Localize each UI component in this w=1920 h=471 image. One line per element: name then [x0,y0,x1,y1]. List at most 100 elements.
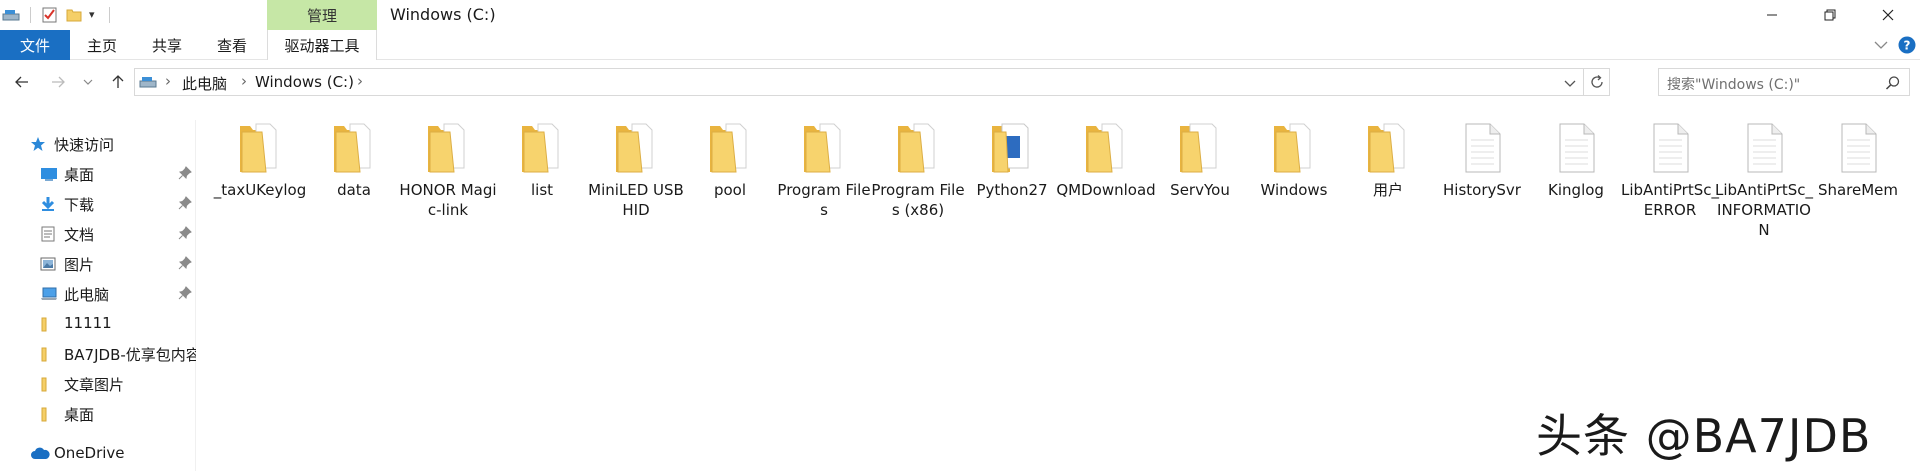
arrow-up-icon [112,75,124,88]
address-bar[interactable]: › 此电脑 › Windows (C:) › [134,68,1610,96]
close-icon [1882,9,1894,21]
breadcrumb-separator-icon[interactable]: › [241,72,247,90]
nav-item-label: 此电脑 [64,286,110,304]
chevron-down-icon [1874,41,1888,49]
nav-item-label: 桌面 [64,166,95,184]
file-item-file[interactable]: HistorySvr [1436,118,1528,248]
close-button[interactable] [1858,0,1918,30]
file-item-folder[interactable]: Program Files (x86) [871,118,965,248]
python-folder-icon [992,123,1029,173]
nav-item-documents[interactable]: 文档 [0,220,196,248]
breadcrumb-drive[interactable]: Windows (C:) [255,73,354,91]
nav-item-downloads[interactable]: 下载 [0,190,196,218]
file-icon [1559,123,1595,173]
new-folder-icon[interactable] [65,6,83,24]
nav-quick-access[interactable]: 快速访问 [0,130,196,158]
refresh-icon [1591,75,1603,88]
file-item-folder[interactable]: Program Files [777,118,871,248]
expand-ribbon-button[interactable] [1872,36,1890,54]
nav-item-folder[interactable]: 11111 [0,310,196,338]
file-name: Kinglog [1548,181,1604,199]
pin-icon[interactable] [178,286,192,300]
tab-drive-tools[interactable]: 驱动器工具 [267,30,377,60]
file-item-folder[interactable]: data [308,118,400,248]
folder-icon [240,123,277,173]
file-item-folder[interactable]: pool [684,118,776,248]
nav-item-label: 下载 [64,196,95,214]
file-icon [1841,123,1877,173]
file-item-folder[interactable]: MiniLED USB HID [588,118,684,248]
folder-icon [522,123,559,173]
file-name: Program Files (x86) [871,181,965,219]
folder-icon [40,376,56,392]
nav-item-pictures[interactable]: 图片 [0,250,196,278]
breadcrumb-this-pc[interactable]: 此电脑 [182,73,227,94]
file-item-file[interactable]: Kinglog [1530,118,1622,248]
folder-icon [710,123,747,173]
minimize-button[interactable] [1742,0,1802,30]
file-name: ServYou [1170,181,1230,199]
folder-icon [40,346,56,362]
file-icon [1747,123,1783,173]
title-bar: ▾ 管理 Windows (C:) [0,0,1920,30]
help-button[interactable]: ? [1898,36,1916,54]
file-item-folder[interactable]: Python27 [966,118,1058,248]
quick-access-toolbar: ▾ [2,4,110,26]
help-icon: ? [1898,36,1916,54]
drive-icon[interactable] [2,6,22,24]
file-item-file[interactable]: ShareMem [1812,118,1904,248]
file-item-folder[interactable]: 用户 [1342,118,1434,248]
address-dropdown-button[interactable] [1563,75,1577,89]
properties-icon[interactable] [41,6,59,24]
file-item-folder[interactable]: Windows [1248,118,1340,248]
breadcrumb-separator-icon[interactable]: › [165,72,171,90]
nav-item-folder[interactable]: BA7JDB-优享包内容 [0,340,196,368]
tab-file[interactable]: 文件 [0,30,70,60]
nav-item-this-pc[interactable]: 此电脑 [0,280,196,308]
nav-item-folder[interactable]: 文章图片 [0,370,196,398]
desktop-icon [40,166,57,182]
nav-item-label: 文章图片 [64,376,125,394]
refresh-button[interactable] [1589,74,1605,90]
pin-icon[interactable] [178,256,192,270]
file-item-folder[interactable]: list [496,118,588,248]
watermark: 头条 @BA7JDB [1536,409,1872,463]
pin-icon[interactable] [178,166,192,180]
back-button[interactable] [10,70,34,94]
nav-item-desktop[interactable]: 桌面 [0,160,196,188]
minimize-icon [1767,14,1777,16]
pin-icon[interactable] [178,226,192,240]
nav-item-label: 桌面 [64,406,95,424]
file-name: Python27 [976,181,1048,199]
file-name: LibAntiPrtSc_ERROR [1621,181,1719,219]
file-name: LibAntiPrtSc_INFORMATION [1715,181,1813,239]
nav-onedrive[interactable]: OneDrive [0,440,196,468]
file-item-folder[interactable]: _taxUKeylog [214,118,306,248]
pin-icon[interactable] [178,196,192,210]
tab-view[interactable]: 查看 [210,30,254,60]
file-name: 用户 [1372,181,1403,199]
tab-manage[interactable]: 管理 [267,0,377,30]
file-item-file[interactable]: LibAntiPrtSc_ERROR [1621,118,1719,248]
forward-button[interactable] [46,70,70,94]
restore-button[interactable] [1800,0,1860,30]
customize-toolbar-icon[interactable]: ▾ [89,6,103,24]
file-name: list [530,181,554,199]
up-button[interactable] [106,70,130,94]
recent-locations-button[interactable] [80,70,96,94]
file-item-folder[interactable]: QMDownload [1056,118,1156,248]
restore-icon [1824,9,1836,21]
file-item-folder[interactable]: ServYou [1154,118,1246,248]
search-input[interactable]: 搜索"Windows (C:)" [1658,68,1910,96]
tab-share[interactable]: 共享 [145,30,189,60]
nav-item-folder[interactable]: 桌面 [0,400,196,428]
chevron-down-icon [1564,80,1576,87]
file-item-file[interactable]: LibAntiPrtSc_INFORMATION [1715,118,1813,248]
breadcrumb-separator-icon[interactable]: › [357,72,363,90]
file-name: ShareMem [1817,181,1899,199]
tab-home[interactable]: 主页 [80,30,124,60]
file-item-folder[interactable]: HONOR Magic-link [399,118,497,248]
search-icon[interactable] [1885,75,1901,91]
folder-icon [428,123,465,173]
nav-item-label: BA7JDB-优享包内容 [64,346,196,364]
